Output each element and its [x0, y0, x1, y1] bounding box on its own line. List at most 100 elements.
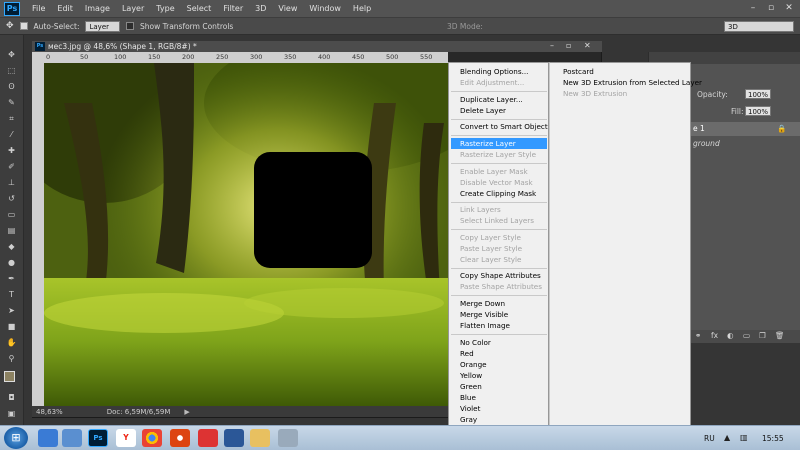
show-transform-checkbox[interactable] [126, 22, 135, 30]
menu-help[interactable]: Help [347, 4, 377, 13]
app-icon-red[interactable] [198, 429, 218, 447]
doc-close-icon[interactable]: ✕ [584, 41, 591, 50]
opacity-input[interactable]: 100% [745, 89, 772, 99]
zoom-tool-icon[interactable]: ⚲ [5, 353, 18, 364]
link-layers-icon[interactable]: ⚭ [695, 331, 701, 340]
menu-window[interactable]: Window [303, 4, 347, 13]
menu-item-new-3d-extrusion[interactable]: New 3D Extrusion [563, 89, 627, 99]
trash-icon[interactable]: 🗑 [775, 331, 785, 340]
auto-select-checkbox[interactable] [19, 22, 28, 30]
menu-item-merge-down[interactable]: Merge Down [460, 299, 505, 309]
move-tool-icon[interactable]: ✥ [6, 21, 14, 31]
new-layer-icon[interactable]: ❐ [759, 331, 766, 340]
lasso-tool-icon[interactable]: ʘ [5, 81, 18, 92]
status-arrow-icon[interactable]: ▶ [184, 408, 189, 416]
marquee-tool-icon[interactable]: ⬚ [5, 65, 18, 76]
menu-edit[interactable]: Edit [51, 4, 79, 13]
close-icon[interactable]: ✕ [782, 2, 796, 14]
menu-item-rasterize-layer-style[interactable]: Rasterize Layer Style [460, 150, 536, 160]
stamp-tool-icon[interactable]: ⊥ [5, 177, 18, 188]
photoshop-taskbar-icon[interactable]: Ps [88, 429, 108, 447]
menu-item-violet[interactable]: Violet [460, 404, 480, 414]
blur-tool-icon[interactable]: ◆ [5, 241, 18, 252]
healing-brush-icon[interactable]: ✚ [5, 145, 18, 156]
menu-type[interactable]: Type [150, 4, 180, 13]
document-tab[interactable]: Ps мес3.jpg @ 48,6% (Shape 1, RGB/8#) * … [32, 41, 602, 52]
language-indicator[interactable]: RU [704, 434, 715, 443]
menu-item-no-color[interactable]: No Color [460, 338, 491, 348]
menu-item-orange[interactable]: Orange [460, 360, 487, 370]
menu-view[interactable]: View [272, 4, 303, 13]
menu-file[interactable]: File [26, 4, 51, 13]
menu-item-postcard[interactable]: Postcard [563, 67, 594, 77]
hand-tool-icon[interactable]: ✋ [5, 337, 18, 348]
menu-item-flatten-image[interactable]: Flatten Image [460, 321, 510, 331]
menu-item-copy-layer-style[interactable]: Copy Layer Style [460, 233, 521, 243]
menu-item-red[interactable]: Red [460, 349, 474, 359]
zoom-level[interactable]: 48,63% [36, 408, 63, 416]
menu-item-link-layers[interactable]: Link Layers [460, 205, 501, 215]
app-icon[interactable] [278, 429, 298, 447]
media-player-icon[interactable] [38, 429, 58, 447]
menu-item-enable-layer-mask[interactable]: Enable Layer Mask [460, 167, 528, 177]
menu-item-new-3d-extrusion-selected[interactable]: New 3D Extrusion from Selected Layer [563, 78, 702, 88]
start-button[interactable]: ⊞ [4, 427, 28, 449]
menu-item-clear-layer-style[interactable]: Clear Layer Style [460, 255, 521, 265]
workspace-dropdown[interactable]: 3D [724, 21, 794, 32]
menu-item-paste-shape-attributes[interactable]: Paste Shape Attributes [460, 282, 542, 292]
doc-maximize-icon[interactable]: ▫ [566, 41, 571, 50]
eraser-tool-icon[interactable]: ▭ [5, 209, 18, 220]
chrome-icon[interactable] [142, 429, 162, 447]
black-rounded-rectangle-shape[interactable] [254, 152, 372, 268]
pen-tool-icon[interactable]: ✒ [5, 273, 18, 284]
mask-icon[interactable]: ◐ [727, 331, 734, 340]
menu-item-duplicate-layer[interactable]: Duplicate Layer... [460, 95, 523, 105]
doc-minimize-icon[interactable]: – [550, 41, 554, 50]
menu-item-select-linked-layers[interactable]: Select Linked Layers [460, 216, 534, 226]
menu-item-disable-vector-mask[interactable]: Disable Vector Mask [460, 178, 533, 188]
menu-item-convert-smart-object[interactable]: Convert to Smart Object [460, 122, 548, 132]
quick-mask-icon[interactable]: ◘ [5, 392, 18, 403]
eyedropper-icon[interactable]: ⁄ [5, 129, 18, 140]
menu-item-delete-layer[interactable]: Delete Layer [460, 106, 506, 116]
tray-arrow-icon[interactable]: ▲ [724, 433, 730, 442]
menu-item-yellow[interactable]: Yellow [460, 371, 482, 381]
history-brush-icon[interactable]: ↺ [5, 193, 18, 204]
menu-image[interactable]: Image [79, 4, 116, 13]
path-select-icon[interactable]: ➤ [5, 305, 18, 316]
menu-item-create-clipping-mask[interactable]: Create Clipping Mask [460, 189, 536, 199]
opera-icon[interactable] [170, 429, 190, 447]
maximize-icon[interactable]: ▫ [764, 2, 778, 14]
crop-tool-icon[interactable]: ⌗ [5, 113, 18, 124]
menu-select[interactable]: Select [181, 4, 218, 13]
yandex-icon[interactable]: Y [116, 429, 136, 447]
network-icon[interactable]: ▥ [740, 433, 748, 442]
brush-tool-icon[interactable]: ✐ [5, 161, 18, 172]
menu-item-gray[interactable]: Gray [460, 415, 477, 425]
photoshop-logo[interactable]: Ps [4, 1, 20, 16]
folder-icon[interactable] [250, 429, 270, 447]
dodge-tool-icon[interactable]: ● [5, 257, 18, 268]
move-tool-icon[interactable]: ✥ [5, 49, 18, 60]
foreground-color-swatch[interactable] [4, 371, 15, 382]
shape-tool-icon[interactable]: ■ [5, 321, 18, 332]
menu-item-merge-visible[interactable]: Merge Visible [460, 310, 508, 320]
menu-item-rasterize-layer[interactable]: Rasterize Layer [460, 139, 516, 149]
menu-item-copy-shape-attributes[interactable]: Copy Shape Attributes [460, 271, 541, 281]
menu-filter[interactable]: Filter [217, 4, 249, 13]
menu-item-blending-options[interactable]: Blending Options... [460, 67, 528, 77]
menu-layer[interactable]: Layer [116, 4, 150, 13]
clock[interactable]: 15:55 [762, 434, 784, 443]
folder-icon[interactable]: ▭ [743, 331, 750, 340]
auto-select-dropdown[interactable]: Layer [85, 20, 121, 32]
minimize-icon[interactable]: – [746, 2, 760, 14]
fx-icon[interactable]: fx [711, 331, 718, 340]
menu-item-edit-adjustment[interactable]: Edit Adjustment... [460, 78, 524, 88]
quick-select-icon[interactable]: ✎ [5, 97, 18, 108]
image-canvas[interactable] [44, 63, 448, 406]
menu-3d[interactable]: 3D [249, 4, 272, 13]
gradient-tool-icon[interactable]: ▤ [5, 225, 18, 236]
menu-item-green[interactable]: Green [460, 382, 482, 392]
explorer-icon[interactable] [62, 429, 82, 447]
fill-input[interactable]: 100% [745, 106, 772, 116]
